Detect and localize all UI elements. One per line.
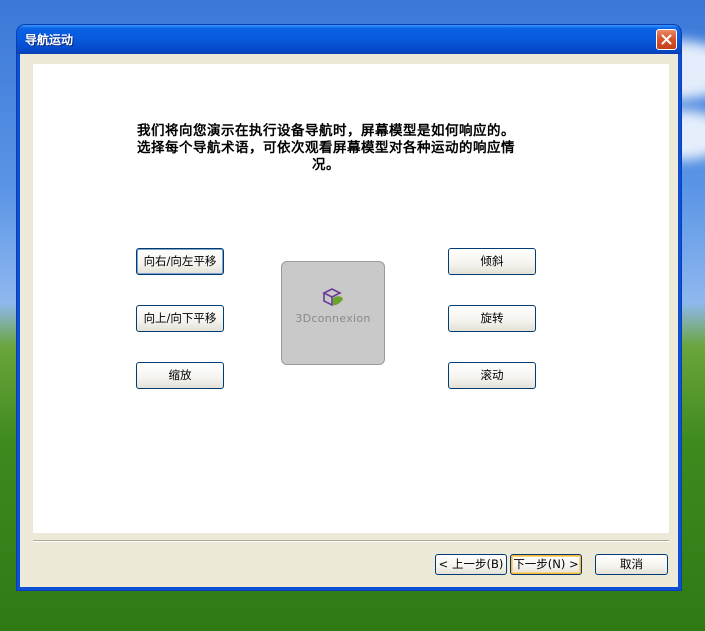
logo-text: 3Dconnexion (295, 312, 371, 325)
desktop-background: 导航运动 我们将向您演示在执行设备导航时，屏幕模型是如何响应的。选择每个导航术语… (0, 0, 705, 631)
pan-up-down-button[interactable]: 向上/向下平移 (136, 305, 224, 332)
content-panel: 我们将向您演示在执行设备导航时，屏幕模型是如何响应的。选择每个导航术语，可依次观… (33, 64, 669, 533)
close-icon (661, 34, 672, 45)
close-button[interactable] (656, 29, 677, 50)
navigation-motion-dialog: 导航运动 我们将向您演示在执行设备导航时，屏幕模型是如何响应的。选择每个导航术语… (17, 25, 681, 590)
window-title: 导航运动 (25, 33, 74, 47)
spin-button[interactable]: 旋转 (448, 305, 536, 332)
footer-divider (33, 540, 669, 542)
roll-button[interactable]: 滚动 (448, 362, 536, 389)
dialog-body: 我们将向您演示在执行设备导航时，屏幕模型是如何响应的。选择每个导航术语，可依次观… (20, 54, 678, 587)
cancel-button[interactable]: 取消 (595, 554, 668, 575)
pan-left-right-button[interactable]: 向右/向左平移 (136, 248, 224, 275)
zoom-button[interactable]: 缩放 (136, 362, 224, 389)
next-button[interactable]: 下一步(N) > (510, 554, 582, 575)
intro-text: 我们将向您演示在执行设备导航时，屏幕模型是如何响应的。选择每个导航术语，可依次观… (137, 123, 515, 173)
3dconnexion-logo: 3Dconnexion (281, 261, 385, 365)
back-button[interactable]: < 上一步(B) (435, 554, 507, 575)
tilt-button[interactable]: 倾斜 (448, 248, 536, 275)
title-bar[interactable]: 导航运动 (17, 25, 681, 54)
3dconnexion-cube-icon (322, 288, 343, 307)
